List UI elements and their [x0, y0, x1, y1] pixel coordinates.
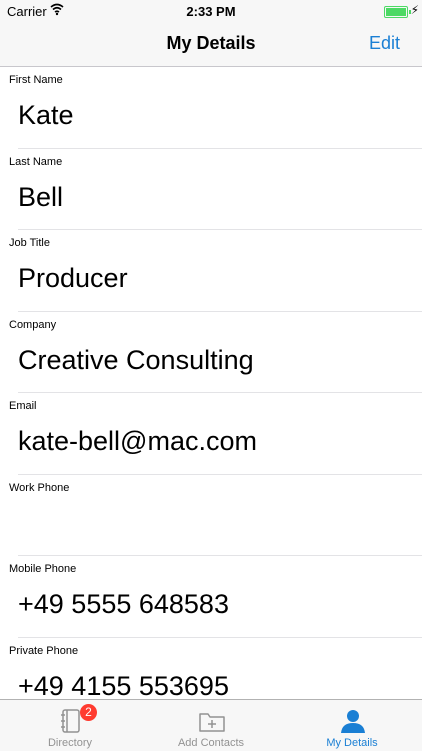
field-value[interactable]: Kate: [18, 100, 74, 131]
field-label: Last Name: [9, 155, 63, 168]
field-label: Job Title: [9, 237, 50, 249]
field-label: First Name: [9, 74, 63, 86]
charging-icon: ⚡: [410, 3, 419, 17]
field-value[interactable]: kate-bell@mac.com: [18, 426, 257, 457]
detail-row[interactable]: Job Title Producer: [0, 230, 422, 312]
tab-add-contacts[interactable]: Add Contacts: [141, 700, 281, 751]
detail-row[interactable]: First Name Kate: [0, 67, 422, 149]
detail-row[interactable]: Company Creative Consulting: [0, 312, 422, 393]
tab-label: Add Contacts: [177, 737, 245, 749]
battery-icon: [384, 6, 411, 18]
detail-row[interactable]: Work Phone: [0, 475, 422, 556]
field-value[interactable]: Producer: [18, 263, 128, 294]
field-value[interactable]: Creative Consulting: [18, 345, 254, 376]
details-list[interactable]: First Name Kate Last Name Bell Job Title Prod…: [0, 67, 422, 699]
field-value[interactable]: Bell: [18, 182, 63, 213]
edit-button[interactable]: Edit: [369, 33, 400, 54]
field-value[interactable]: +49 5555 648583: [18, 589, 229, 620]
detail-row[interactable]: Mobile Phone +49 5555 648583: [0, 556, 422, 638]
tab-directory[interactable]: 2 Directory: [0, 700, 140, 751]
detail-row[interactable]: Private Phone +49 4155 553695: [0, 638, 422, 700]
navigation-bar: My Details Edit: [0, 22, 422, 67]
field-label: Company: [9, 318, 57, 331]
tab-bar: 2 Directory Add Contacts My Details: [0, 699, 422, 751]
directory-badge: 2: [80, 704, 97, 721]
tab-my-details[interactable]: My Details: [282, 700, 422, 751]
page-title: My Details: [166, 33, 256, 53]
status-time: 2:33 PM: [186, 4, 236, 19]
tab-label: My Details: [326, 737, 378, 749]
field-value[interactable]: +49 4155 553695: [18, 671, 229, 700]
detail-row[interactable]: Last Name Bell: [0, 149, 422, 230]
person-icon: [341, 710, 365, 733]
field-label: Work Phone: [9, 481, 70, 494]
detail-row[interactable]: Email kate-bell@mac.com: [0, 393, 422, 475]
field-label: Private Phone: [9, 644, 79, 657]
add-folder-icon: [199, 713, 225, 732]
tab-label: Directory: [47, 737, 92, 749]
field-label: Email: [9, 400, 37, 412]
field-label: Mobile Phone: [9, 563, 77, 575]
status-bar: Carrier 2:33 PM ⚡: [0, 0, 422, 22]
